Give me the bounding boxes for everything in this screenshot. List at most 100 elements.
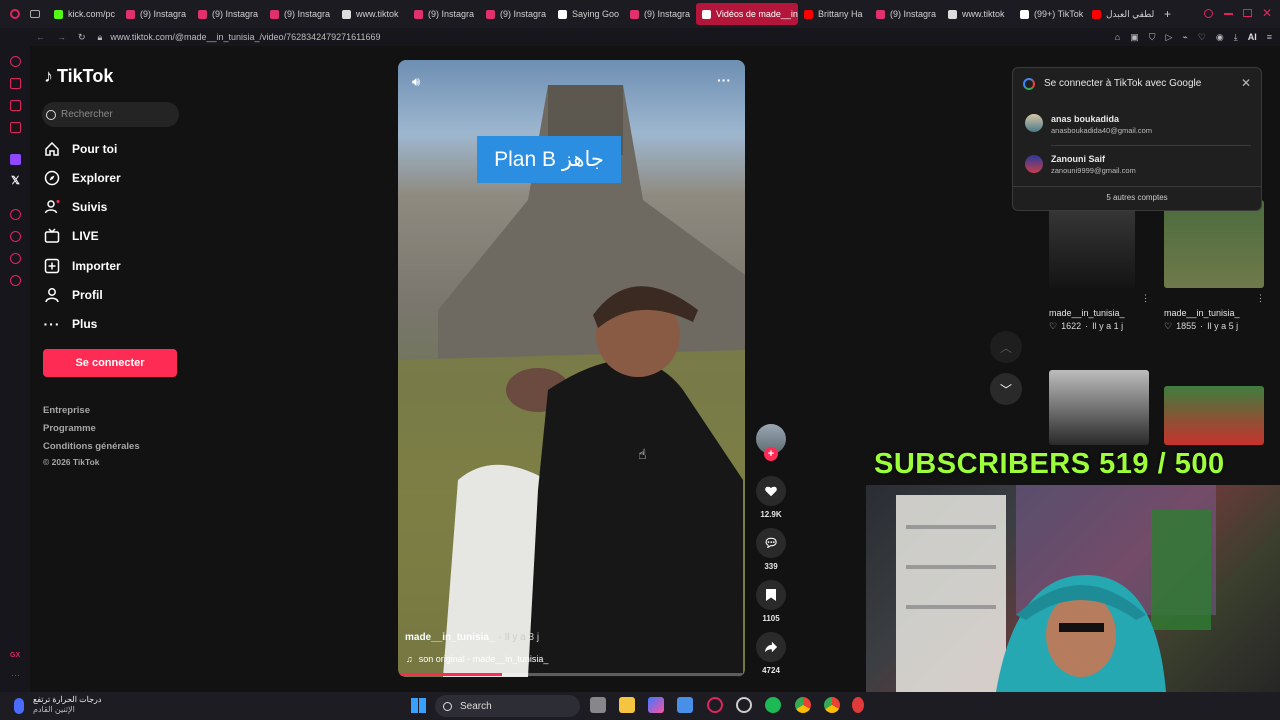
browser-tab[interactable]: (9) Instagra (624, 3, 696, 25)
gx-icon[interactable]: GX (10, 652, 20, 659)
related-thumbnail-2[interactable] (1164, 200, 1264, 288)
related-author-1[interactable]: made__in_tunisia_ (1049, 308, 1125, 318)
browser-tab[interactable]: www.tiktok (942, 3, 1014, 25)
bag-icon[interactable] (10, 78, 21, 89)
extensions-icon[interactable] (10, 253, 21, 264)
photos-icon[interactable] (10, 122, 21, 133)
app-icon[interactable] (852, 697, 864, 713)
aria-icon[interactable] (10, 56, 21, 67)
like-action[interactable]: 12.9K (756, 476, 786, 519)
google-account-2[interactable]: Zanouni Saif zanouni9999@gmail.com (1013, 147, 1261, 185)
x-twitter-icon[interactable]: 𝕏 (11, 174, 20, 187)
vpn-icon[interactable]: ⌁ (1182, 32, 1187, 43)
bookmark-page-icon[interactable]: ⌂ (1115, 32, 1120, 42)
download-icon[interactable]: ⤓ (1234, 32, 1238, 43)
search-tabs-icon[interactable] (1204, 9, 1213, 18)
footer-conditions[interactable]: Conditions générales (43, 441, 140, 452)
history-icon[interactable] (10, 231, 21, 242)
tiktok-logo[interactable]: ♪ TikTok (44, 66, 113, 87)
google-account-1[interactable]: anas boukadida anasboukadida40@gmail.com (1013, 106, 1261, 144)
menu-icon[interactable]: ≡ (1267, 32, 1272, 42)
search-box[interactable]: Rechercher (42, 102, 179, 127)
reload-icon[interactable]: ↻ (78, 32, 86, 43)
twitch-icon[interactable] (10, 154, 21, 165)
maximize-button[interactable] (1243, 9, 1252, 17)
browser-tab[interactable]: (9) Instagra (480, 3, 552, 25)
messenger-icon[interactable] (10, 100, 21, 111)
login-button[interactable]: Se connecter (43, 349, 177, 377)
new-tab-button[interactable]: + (1164, 7, 1171, 21)
minimize-button[interactable] (1224, 13, 1233, 15)
weather-icon[interactable] (14, 698, 24, 714)
nav-importer[interactable]: Importer (44, 258, 121, 274)
more-accounts-link[interactable]: 5 autres comptes (1013, 193, 1261, 202)
share-icon[interactable] (756, 632, 786, 662)
nav-profil[interactable]: Profil (44, 287, 103, 303)
player-sidebar-icon[interactable] (10, 209, 21, 220)
nav-live[interactable]: LIVE (44, 228, 99, 244)
video-more-icon[interactable]: ··· (717, 72, 731, 88)
bookmark-icon[interactable] (756, 580, 786, 610)
video-player[interactable]: 🔊︎ ··· Plan B جاهز made__in_tunisia_ · I… (398, 60, 745, 677)
related-thumbnail-4[interactable] (1164, 386, 1264, 445)
browser-tab[interactable]: (9) Instagra (192, 3, 264, 25)
tab-island-icon[interactable] (30, 10, 40, 18)
video-author[interactable]: made__in_tunisia_ (405, 632, 494, 643)
heart-icon[interactable] (756, 476, 786, 506)
browser-tab[interactable]: (9) Instagra (120, 3, 192, 25)
url-field[interactable]: www.tiktok.com/@made__in_tunisia_/video/… (110, 32, 380, 42)
copilot-icon[interactable] (648, 697, 664, 713)
player-icon[interactable]: ▷ (1165, 32, 1172, 43)
search-input[interactable]: Rechercher (61, 109, 113, 120)
task-view-icon[interactable] (590, 697, 606, 713)
settings-icon[interactable] (10, 275, 21, 286)
weather-text-1[interactable]: درجات الحرارة ترتفع (33, 695, 101, 704)
opera-gx-taskbar-icon[interactable] (707, 697, 723, 713)
nav-pour-toi[interactable]: Pour toi (44, 141, 117, 157)
browser-tab[interactable]: kick.com/pc (48, 3, 120, 25)
heart-icon[interactable]: ♡ (1198, 32, 1206, 43)
taskbar-search[interactable]: Search (435, 695, 580, 717)
browser-tab[interactable]: (9) Instagra (408, 3, 480, 25)
forward-icon[interactable]: → (57, 32, 66, 42)
related-author-2[interactable]: made__in_tunisia_ (1164, 308, 1240, 318)
browser-tab[interactable]: (99+) TikTok (1014, 3, 1086, 25)
browser-tab[interactable]: Brittany Ha (798, 3, 870, 25)
chrome-icon[interactable] (795, 697, 811, 713)
chrome-icon-2[interactable] (824, 697, 840, 713)
volume-icon[interactable]: 🔊︎ (412, 74, 420, 90)
snapshot-icon[interactable]: ▣ (1130, 32, 1139, 43)
ai-button[interactable]: AI (1248, 32, 1257, 42)
comment-action[interactable]: 💬︎ 339 (756, 528, 786, 571)
related-thumbnail-3[interactable] (1049, 370, 1149, 445)
nav-plus[interactable]: ··· Plus (44, 316, 98, 332)
related-thumbnail-1[interactable] (1049, 200, 1135, 288)
spotify-icon[interactable] (765, 697, 781, 713)
comment-icon[interactable]: 💬︎ (756, 528, 786, 558)
back-icon[interactable]: ← (36, 32, 45, 42)
video-sound-row[interactable]: ♫ son original - made__in_tunisia_ (406, 654, 548, 664)
nav-explorer[interactable]: Explorer (44, 170, 121, 186)
clock-app-icon[interactable] (736, 697, 752, 713)
windows-start-icon[interactable] (411, 698, 426, 713)
close-window-button[interactable]: ✕ (1262, 6, 1272, 20)
nav-suivis[interactable]: Suivis (44, 199, 107, 215)
browser-tab[interactable]: Saying Goo (552, 3, 624, 25)
shield-icon[interactable]: ⛉ (1149, 32, 1156, 43)
browser-tab[interactable]: Vidéos de made__in_ (696, 3, 798, 25)
share-action[interactable]: 4724 (756, 632, 786, 675)
file-explorer-icon[interactable] (619, 697, 635, 713)
prev-video-button[interactable]: ︿ (990, 331, 1022, 363)
footer-entreprise[interactable]: Entreprise (43, 405, 90, 416)
more-sidebar-icon[interactable]: ··· (11, 670, 20, 680)
opera-logo-icon[interactable] (10, 9, 20, 19)
browser-tab[interactable]: (9) Instagra (264, 3, 336, 25)
browser-tab[interactable]: (9) Instagra (870, 3, 942, 25)
browser-tab[interactable]: www.tiktok (336, 3, 408, 25)
author-avatar[interactable]: + (756, 424, 786, 461)
store-icon[interactable] (677, 697, 693, 713)
footer-programme[interactable]: Programme (43, 423, 96, 434)
account-icon[interactable]: ◉ (1216, 32, 1224, 43)
next-video-button[interactable]: ﹀ (990, 373, 1022, 405)
related-more-icon-2[interactable]: ⋮ (1256, 293, 1265, 304)
